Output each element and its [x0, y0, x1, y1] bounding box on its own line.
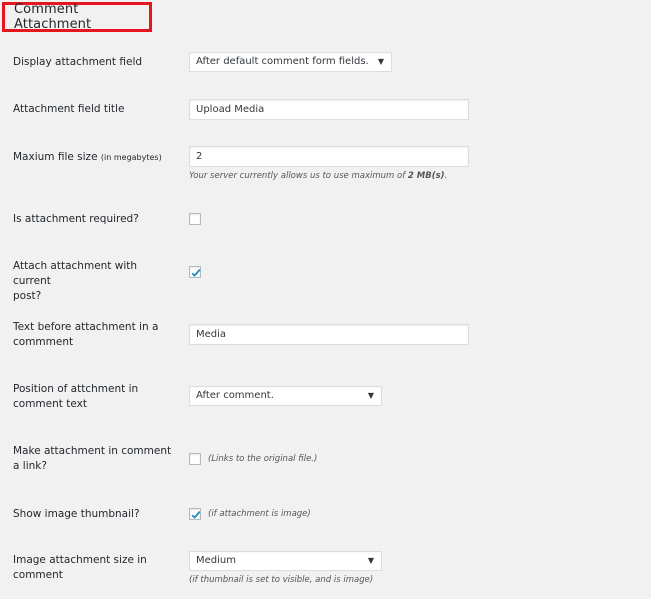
make-link-checkbox[interactable] [189, 453, 201, 465]
attach-post-label-line2: post? [13, 290, 42, 302]
show-thumb-hint: (if attachment is image) [208, 509, 311, 519]
max-size-unit: (in megabytes) [100, 153, 162, 162]
make-link-label-line2: a link? [13, 460, 47, 472]
max-size-hint: Your server currently allows us to use m… [189, 171, 447, 181]
required-checkbox[interactable] [189, 213, 201, 225]
image-size-hint: (if thumbnail is set to visible, and is … [189, 575, 374, 585]
show-thumb-checkbox[interactable] [189, 508, 201, 520]
checkmark-icon [191, 269, 201, 277]
max-size-hint-suffix: . [444, 171, 448, 181]
display-field-select[interactable]: After default comment form fields. ▼ [189, 52, 392, 72]
max-size-input[interactable]: 2 [189, 146, 469, 167]
max-size-label: Maxium file size (in megabytes) [13, 150, 188, 165]
field-title-input[interactable]: Upload Media [189, 99, 469, 120]
text-before-label: Text before attachment in a commment [13, 320, 173, 350]
position-label: Position of attchment in comment text [13, 382, 173, 412]
attach-post-label-line1: Attach attachment with current [13, 260, 138, 287]
text-before-input[interactable]: Media [189, 324, 469, 345]
dropdown-arrow-icon: ▼ [367, 391, 374, 400]
section-title: Comment Attachment [14, 2, 92, 32]
image-size-label-line2: comment [13, 569, 63, 581]
position-label-line1: Position of attchment in [13, 383, 139, 395]
attach-post-label: Attach attachment with current post? [13, 259, 173, 304]
dropdown-arrow-icon: ▼ [377, 57, 384, 66]
image-size-value: Medium [196, 555, 236, 566]
display-field-label: Display attachment field [13, 56, 143, 68]
make-link-label: Make attachment in comment a link? [13, 444, 173, 474]
display-field-value: After default comment form fields. [196, 56, 369, 67]
position-label-line2: comment text [13, 398, 87, 410]
make-link-hint: (Links to the original file.) [208, 454, 318, 464]
image-size-select[interactable]: Medium ▼ [189, 551, 382, 571]
image-size-label: Image attachment size in comment [13, 553, 173, 583]
position-select[interactable]: After comment. ▼ [189, 386, 382, 406]
image-size-label-line1: Image attachment size in [13, 554, 147, 566]
required-label: Is attachment required? [13, 213, 139, 225]
field-title-label: Attachment field title [13, 103, 125, 115]
checkmark-icon [191, 511, 201, 519]
show-thumb-label: Show image thumbnail? [13, 508, 140, 520]
max-size-hint-value: 2 MB(s) [407, 171, 445, 181]
text-before-label-line1: Text before attachment in a [13, 321, 159, 333]
text-before-label-line2: commment [13, 336, 74, 348]
max-size-label-text: Maxium file size [13, 151, 98, 163]
make-link-label-line1: Make attachment in comment [13, 445, 172, 457]
dropdown-arrow-icon: ▼ [367, 556, 374, 565]
attach-post-checkbox[interactable] [189, 266, 201, 278]
position-value: After comment. [196, 390, 274, 401]
max-size-hint-text: Your server currently allows us to use m… [189, 171, 408, 181]
section-title-highlight: Comment Attachment [2, 2, 152, 32]
